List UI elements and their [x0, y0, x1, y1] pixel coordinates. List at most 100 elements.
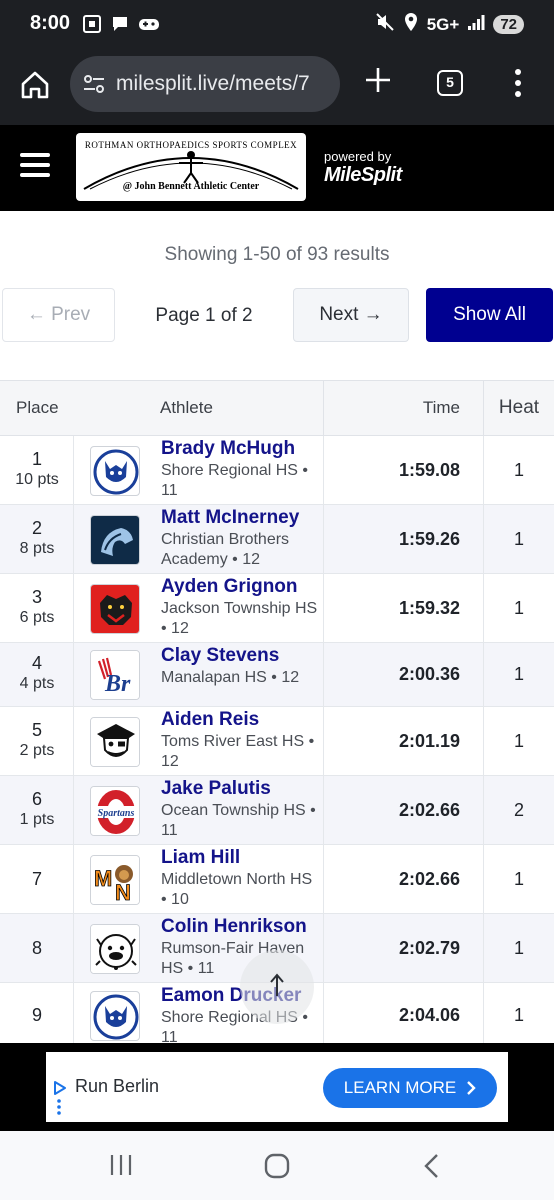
powered-by[interactable]: powered by MileSplit — [324, 149, 402, 187]
team-logo[interactable] — [90, 515, 140, 565]
hamburger-menu-icon[interactable] — [20, 153, 50, 179]
athlete-cell: Clay Stevens Manalapan HS • 12 — [161, 645, 321, 688]
plus-icon — [366, 68, 390, 92]
home-icon — [21, 71, 49, 99]
meet-logo[interactable]: ROTHMAN ORTHOPAEDICS SPORTS COMPLEX @ Jo… — [76, 133, 306, 201]
heat-cell: 1 — [513, 664, 524, 684]
column-divider — [323, 845, 324, 914]
table-row[interactable]: 5 2 pts Aiden Reis Toms River East HS • 12 2… — [0, 707, 554, 776]
screenshot-icon — [82, 14, 102, 34]
place-cell: 2 8 pts — [0, 518, 74, 558]
mute-icon — [375, 12, 395, 37]
team-logo[interactable]: Spartans — [90, 786, 140, 836]
team-logo[interactable]: Br — [90, 650, 140, 700]
show-all-button[interactable]: Show All — [426, 288, 553, 342]
athlete-cell: Liam Hill Middletown North HS • 10 — [161, 847, 321, 910]
prev-page-button[interactable]: ← Prev — [2, 288, 115, 342]
team-logo[interactable] — [90, 717, 140, 767]
athlete-name-link[interactable]: Ayden Grignon — [161, 576, 321, 598]
new-tab-button[interactable] — [364, 66, 392, 94]
place-number: 2 — [31, 518, 42, 538]
table-row[interactable]: 7 M N Liam Hill Middletown North HS • 10 2:02… — [0, 845, 554, 914]
athlete-school: Middletown North HS • 10 — [161, 871, 313, 908]
header-time[interactable]: Time — [380, 398, 460, 418]
table-row[interactable]: 2 8 pts Matt McInerney Christian Brothers A… — [0, 505, 554, 574]
battery-level: 72 — [493, 15, 524, 34]
place-points: 1 pts — [19, 811, 55, 828]
athlete-name-link[interactable]: Clay Stevens — [161, 645, 321, 667]
place-cell: 7 — [0, 869, 74, 890]
place-number: 7 — [31, 869, 42, 889]
heat-cell: 1 — [513, 460, 524, 480]
notification-icons — [82, 14, 159, 34]
learn-more-label: LEARN MORE — [343, 1078, 457, 1097]
heat-cell: 1 — [513, 869, 524, 889]
powered-by-label: powered by — [324, 149, 392, 164]
home-button[interactable] — [18, 68, 52, 102]
svg-text:M: M — [94, 866, 112, 891]
time-cell: 2:00.36 — [398, 664, 460, 684]
place-number: 8 — [31, 938, 42, 958]
address-bar[interactable]: milesplit.live/meets/7 — [70, 56, 340, 112]
athlete-name-link[interactable]: Jake Palutis — [161, 778, 321, 800]
logo-bottom-text: @ John Bennett Athletic Center — [122, 181, 260, 192]
team-logo[interactable] — [90, 584, 140, 634]
athlete-school: Jackson Township HS • 12 — [161, 600, 318, 637]
ad-container[interactable]: Run Berlin LEARN MORE — [46, 1052, 508, 1122]
home-nav-icon[interactable] — [263, 1152, 291, 1185]
next-page-button[interactable]: Next → — [293, 288, 409, 342]
ad-title[interactable]: Run Berlin — [75, 1076, 159, 1097]
tab-switcher-button[interactable]: 5 — [437, 70, 463, 96]
heat-cell: 1 — [513, 938, 524, 958]
logo-top-text: ROTHMAN ORTHOPAEDICS SPORTS COMPLEX — [84, 140, 298, 150]
time-cell: 2:01.19 — [398, 731, 460, 751]
table-row[interactable]: 4 4 pts Br Clay Stevens Manalapan HS • 12 2:0… — [0, 643, 554, 707]
team-logo[interactable] — [90, 991, 140, 1041]
place-number: 9 — [31, 1005, 42, 1025]
column-divider — [323, 574, 324, 643]
team-logo[interactable] — [90, 446, 140, 496]
ad-options-icon[interactable] — [55, 1098, 63, 1121]
heat-cell: 1 — [513, 598, 524, 618]
column-divider — [323, 983, 324, 1049]
status-bar: 8:00 5G+ 72 — [0, 0, 554, 48]
athlete-name-link[interactable]: Matt McInerney — [161, 507, 321, 529]
time-cell: 2:02.66 — [398, 869, 460, 889]
table-header: Place Athlete Time Heat — [0, 380, 554, 437]
place-points: 2 pts — [19, 742, 55, 759]
header-heat[interactable]: Heat — [484, 397, 554, 419]
learn-more-button[interactable]: LEARN MORE — [323, 1068, 497, 1108]
team-logo[interactable]: MN — [90, 855, 140, 905]
table-row[interactable]: 6 1 pts Spartans Jake Palutis Ocean Township… — [0, 776, 554, 845]
athlete-cell: Aiden Reis Toms River East HS • 12 — [161, 709, 321, 772]
time-cell: 2:02.79 — [398, 938, 460, 958]
table-row[interactable]: 3 6 pts Ayden Grignon Jackson Township HS •… — [0, 574, 554, 643]
recents-icon[interactable] — [108, 1153, 134, 1182]
place-number: 4 — [31, 653, 42, 673]
url-text[interactable]: milesplit.live/meets/7 — [116, 72, 336, 96]
network-type: 5G+ — [426, 14, 460, 34]
table-row[interactable]: 1 10 pts Brady McHugh Shore Regional HS • 1… — [0, 436, 554, 505]
header-athlete[interactable]: Athlete — [160, 398, 213, 418]
athlete-name-link[interactable]: Brady McHugh — [161, 438, 321, 460]
place-points: 4 pts — [19, 675, 55, 692]
athlete-school: Christian Brothers Academy • 12 — [161, 531, 290, 568]
column-divider — [323, 643, 324, 707]
back-icon[interactable] — [422, 1152, 442, 1185]
status-right: 5G+ 72 — [375, 12, 524, 37]
header-place[interactable]: Place — [16, 398, 59, 418]
team-logo[interactable] — [90, 924, 140, 974]
athlete-name-link[interactable]: Colin Henrikson — [161, 916, 321, 938]
site-settings-icon[interactable] — [82, 73, 106, 95]
column-divider — [323, 776, 324, 845]
athlete-cell: Ayden Grignon Jackson Township HS • 12 — [161, 576, 321, 639]
more-menu-icon[interactable] — [512, 68, 524, 98]
place-cell: 8 — [0, 938, 74, 959]
athlete-name-link[interactable]: Aiden Reis — [161, 709, 321, 731]
place-cell: 4 4 pts — [0, 653, 74, 693]
page-indicator: Page 1 of 2 — [155, 305, 253, 326]
place-number: 1 — [31, 449, 42, 469]
athlete-cell: Brady McHugh Shore Regional HS • 11 — [161, 438, 321, 501]
athlete-name-link[interactable]: Liam Hill — [161, 847, 321, 869]
scroll-to-top-button[interactable] — [240, 950, 314, 1024]
